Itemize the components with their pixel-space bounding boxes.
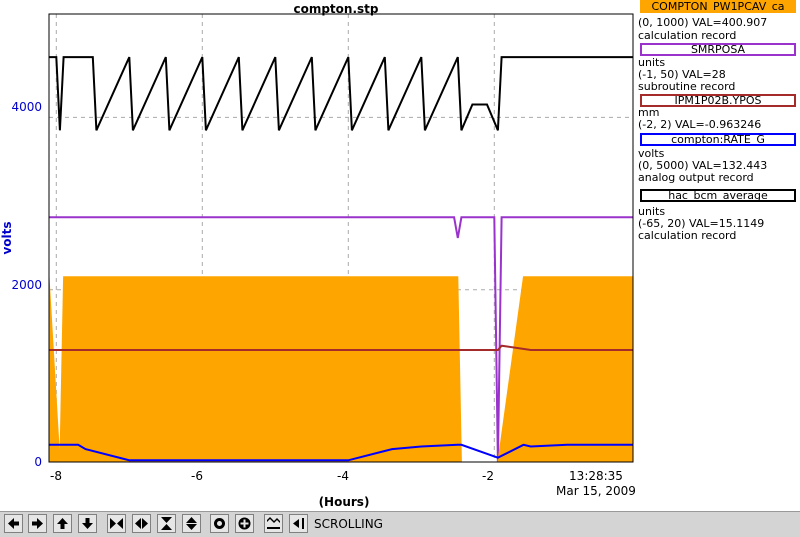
down-arrow-icon[interactable] — [78, 514, 97, 533]
scrolling-status: SCROLLING — [314, 517, 383, 531]
y-tick-label: 4000 — [11, 100, 42, 114]
x-tick-label: -8 — [50, 469, 62, 483]
y-tick-label: 2000 — [11, 278, 42, 292]
legend-record: analog output record — [638, 171, 754, 184]
series-compton-pw1pcav-ca — [48, 276, 634, 463]
reset-icon[interactable] — [210, 514, 229, 533]
legend-trace-compton-rate[interactable]: compton:RATE_G — [640, 133, 796, 146]
legend-record: subroutine record — [638, 80, 736, 93]
zoom-in-vertical-icon[interactable] — [157, 514, 176, 533]
legend-range: (-2, 2) VAL=-0.963246 — [638, 118, 762, 131]
legend-trace-smrposa[interactable]: SMRPOSA — [640, 43, 796, 56]
right-arrow-icon[interactable] — [28, 514, 47, 533]
legend-record: calculation record — [638, 229, 737, 242]
y-tick-label: 0 — [34, 455, 42, 469]
legend-trace-compton-pw1pcav[interactable]: COMPTON_PW1PCAV_ca — [640, 0, 796, 13]
x-tick-label: -2 — [482, 469, 494, 483]
y-axis-label: volts — [0, 221, 14, 254]
add-icon[interactable] — [235, 514, 254, 533]
x-tick-label: -4 — [337, 469, 349, 483]
toolbar: SCROLLING — [0, 511, 800, 537]
zoom-in-horizontal-icon[interactable] — [107, 514, 126, 533]
legend-record: calculation record — [638, 29, 737, 42]
legend-trace-ipm1p02b[interactable]: IPM1P02B.YPOS — [640, 94, 796, 107]
x-axis-label: (Hours) — [319, 495, 370, 509]
up-arrow-icon[interactable] — [53, 514, 72, 533]
legend-range: (0, 1000) VAL=400.907 — [638, 16, 768, 29]
left-arrow-icon[interactable] — [4, 514, 23, 533]
x-time-label: 13:28:35 — [569, 469, 623, 483]
legend-trace-hac-bcm[interactable]: hac_bcm_average — [640, 189, 796, 202]
scroll-icon[interactable] — [289, 514, 308, 533]
x-tick-label: -6 — [191, 469, 203, 483]
x-date-label: Mar 15, 2009 — [556, 484, 636, 498]
stripchart-plot[interactable]: compton.stp volts 4000 2000 0 -8 -6 -4 -… — [0, 0, 636, 510]
autoscale-icon[interactable] — [264, 514, 283, 533]
chart-title: compton.stp — [293, 2, 378, 16]
zoom-out-vertical-icon[interactable] — [182, 514, 201, 533]
zoom-out-horizontal-icon[interactable] — [132, 514, 151, 533]
